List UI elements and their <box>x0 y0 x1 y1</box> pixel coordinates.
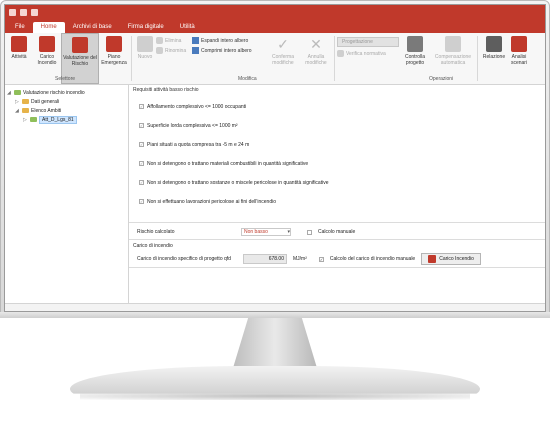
group-operazioni-label: Operazioni <box>429 76 454 82</box>
checkbox[interactable]: ✓ <box>139 180 144 185</box>
divider <box>129 239 545 240</box>
edit-small-group: Elimina Rinomina <box>156 33 192 84</box>
rename-icon <box>156 47 163 54</box>
expand-arrow-icon[interactable]: ▷ <box>23 117 28 123</box>
status-bar <box>5 303 545 311</box>
fire-load-icon <box>39 36 55 52</box>
navigation-tree: ◢ Valutazione rischio incendio ▷ Dati ge… <box>5 85 129 303</box>
checkbox[interactable]: ✓ <box>139 142 144 147</box>
group-selettore-label: Selettore <box>55 76 76 82</box>
rename-button[interactable]: Rinomina <box>156 47 192 54</box>
design-small-group: Progettazione Verifica normativa <box>337 33 399 84</box>
manual-calc-checkbox[interactable] <box>307 229 312 235</box>
fire-load-row: Carico di incendio specifico di progetto… <box>137 253 481 265</box>
checkbox[interactable]: ✓ <box>139 161 144 166</box>
section-title: Requisiti attività basso rischio <box>133 87 199 93</box>
fire-load-icon <box>428 255 437 263</box>
folder-icon <box>30 117 37 122</box>
ribbon-tabs: File Home Archivi di base Firma digitale… <box>5 19 545 33</box>
app-window: File Home Archivi di base Firma digitale… <box>4 4 546 312</box>
emergency-plan-button[interactable]: Piano Emergenza <box>99 33 129 84</box>
divider <box>129 222 545 223</box>
activity-icon <box>11 36 27 52</box>
tree-item-dati[interactable]: ▷ Dati generali <box>7 97 126 106</box>
divider <box>129 267 545 268</box>
risk-assessment-icon <box>72 37 88 53</box>
expand-arrow-icon[interactable]: ▷ <box>15 99 20 105</box>
quick-access-icon[interactable] <box>31 8 38 16</box>
check-icon: ✓ <box>277 36 289 52</box>
collapse-tree-button[interactable]: Comprimi intero albero <box>192 47 266 54</box>
collapse-icon <box>192 47 199 54</box>
requirement-row[interactable]: ✓ Piani situati a quota compresa tra -5 … <box>133 135 541 154</box>
group-modifica-label: Modifica <box>238 76 257 82</box>
collapse-arrow-icon[interactable]: ◢ <box>7 90 12 96</box>
scenario-icon <box>511 36 527 52</box>
expand-icon <box>192 37 199 44</box>
save-icon[interactable] <box>20 8 27 16</box>
new-icon <box>137 36 153 52</box>
checkbox[interactable]: ✓ <box>139 123 144 128</box>
delete-icon <box>156 37 163 44</box>
tree-root[interactable]: ◢ Valutazione rischio incendio <box>7 88 126 97</box>
folder-icon <box>14 90 21 95</box>
tab-utilita[interactable]: Utilità <box>172 22 203 33</box>
requirement-row[interactable]: ✓ Affollamento complessivo <= 1000 occup… <box>133 97 541 116</box>
app-icon <box>9 8 16 16</box>
traffic-light-icon <box>407 36 423 52</box>
progettazione-button[interactable]: Progettazione <box>337 37 399 47</box>
check-project-button[interactable]: Controlla progetto <box>399 33 431 84</box>
monitor-chin <box>0 312 550 318</box>
main-area: ◢ Valutazione rischio incendio ▷ Dati ge… <box>5 85 545 303</box>
divider <box>131 36 132 81</box>
fire-load-input[interactable]: 678.00 <box>243 254 287 264</box>
cancel-changes-button[interactable]: ✕ Annulla modifiche <box>300 33 332 84</box>
new-button[interactable]: Nuovo <box>134 33 156 84</box>
tab-firma[interactable]: Firma digitale <box>120 22 172 33</box>
title-bar <box>5 5 545 19</box>
requirement-row[interactable]: ✓ Non si effettuano lavorazioni pericolo… <box>133 192 541 211</box>
report-button[interactable]: Relazione <box>480 33 508 84</box>
manual-fire-load-checkbox[interactable]: ✓ <box>318 256 324 262</box>
ribbon: Attività Carico Incendio Valutazione del… <box>5 33 545 85</box>
monitor-stand-base <box>70 366 480 394</box>
requirement-row[interactable]: ✓ Non si detengono o trattano sostanze o… <box>133 173 541 192</box>
verify-icon <box>337 50 344 57</box>
risk-select[interactable]: Non basso ▾ <box>241 228 291 236</box>
requirement-row[interactable]: ✓ Superficie lorda complessiva <= 1000 m… <box>133 116 541 135</box>
tree-item-elenco[interactable]: ◢ Elenco Ambiti <box>7 106 126 115</box>
chevron-down-icon: ▾ <box>287 229 290 235</box>
activity-button[interactable]: Attività <box>5 33 33 84</box>
tab-home[interactable]: Home <box>32 22 65 33</box>
verify-button[interactable]: Verifica normativa <box>337 50 399 57</box>
cross-icon: ✕ <box>310 36 322 52</box>
tree-item-att[interactable]: ▷ Att_D_Lgs_81 <box>7 115 126 124</box>
delete-button[interactable]: Elimina <box>156 37 192 44</box>
content-panel: Requisiti attività basso rischio ✓ Affol… <box>129 85 545 303</box>
folder-icon <box>22 99 29 104</box>
folder-icon <box>22 108 29 113</box>
collapse-arrow-icon[interactable]: ◢ <box>15 108 20 114</box>
divider <box>334 36 335 81</box>
printer-icon <box>486 36 502 52</box>
confirm-changes-button[interactable]: ✓ Conferma modifiche <box>266 33 300 84</box>
compensation-icon <box>445 36 461 52</box>
requirement-row[interactable]: ✓ Non si detengono o trattano materiali … <box>133 154 541 173</box>
monitor-stand-neck <box>233 318 317 368</box>
risk-row: Rischio calcolato Non basso ▾ Calcolo ma… <box>137 228 356 236</box>
tab-archivi[interactable]: Archivi di base <box>65 22 120 33</box>
emergency-plan-icon <box>106 36 122 52</box>
checkbox[interactable]: ✓ <box>139 104 144 109</box>
checkbox[interactable]: ✓ <box>139 199 144 204</box>
fire-load-button[interactable]: Carico Incendio <box>421 253 481 265</box>
divider <box>477 36 478 81</box>
scenario-analysis-button[interactable]: Analisi scenari <box>508 33 530 84</box>
tab-file[interactable]: File <box>7 22 33 33</box>
expand-tree-button[interactable]: Espandi intero albero <box>192 37 266 44</box>
fire-load-title: Carico di incendio <box>133 243 173 249</box>
